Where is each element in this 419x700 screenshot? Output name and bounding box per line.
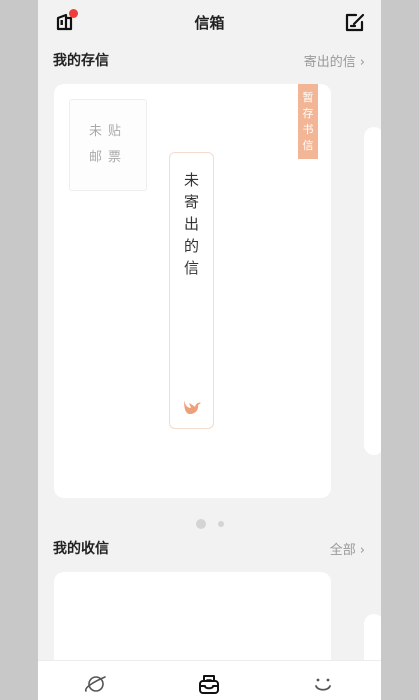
- pager-dots: [38, 513, 381, 529]
- all-received-link[interactable]: 全部 ›: [330, 539, 365, 558]
- stamp-text-line2: 邮票: [88, 150, 127, 165]
- sent-letters-link[interactable]: 寄出的信 ›: [304, 51, 365, 70]
- tab-me[interactable]: [310, 671, 336, 697]
- draft-tag-char: 书: [302, 122, 314, 136]
- next-card-preview[interactable]: [364, 127, 381, 455]
- bottom-tab-bar: [38, 660, 381, 700]
- compose-button[interactable]: [343, 10, 367, 34]
- planet-icon: [84, 676, 106, 692]
- envelope-char: 信: [183, 259, 199, 277]
- envelope-char: 寄: [183, 193, 199, 211]
- draft-letter-card[interactable]: 未贴 邮票 暂 存 书 信 未 寄 出 的 信: [54, 84, 331, 498]
- tab-explore[interactable]: [83, 671, 109, 697]
- draft-tag-char: 存: [302, 106, 314, 120]
- bird-icon: [184, 400, 201, 414]
- smile-icon: [315, 678, 331, 691]
- received-letters-header: 我的收信 全部 ›: [53, 538, 365, 560]
- draft-tag-char: 暂: [302, 90, 314, 104]
- draft-tag-char: 信: [302, 138, 314, 152]
- app-screen: 信箱 我的存信 寄出的信 › 未贴 邮票 暂 存 书 信 未 寄 出 的 信 我…: [38, 0, 381, 700]
- envelope-char: 出: [183, 215, 199, 233]
- page-title: 信箱: [194, 14, 225, 32]
- pager-dot-active[interactable]: [195, 518, 206, 529]
- pager-dot[interactable]: [217, 520, 224, 527]
- stored-letters-title: 我的存信: [53, 53, 109, 69]
- stored-letters-header: 我的存信 寄出的信 ›: [53, 50, 365, 72]
- all-received-label: 全部: [329, 543, 356, 558]
- sent-letters-label: 寄出的信: [303, 55, 356, 70]
- received-letters-title: 我的收信: [53, 541, 109, 557]
- chevron-right-icon: ›: [359, 55, 365, 70]
- stamp-text-line1: 未贴: [88, 124, 127, 139]
- envelope-char: 的: [183, 237, 199, 255]
- top-bar: 信箱: [38, 0, 381, 44]
- draft-tag: 暂 存 书 信: [298, 84, 318, 159]
- envelope-char: 未: [183, 171, 199, 189]
- envelope-label: 未 寄 出 的 信: [170, 169, 213, 279]
- letter-envelope[interactable]: 未 寄 出 的 信: [169, 152, 214, 429]
- compose-icon: [345, 13, 365, 32]
- tab-mailbox[interactable]: [196, 671, 222, 697]
- stamp-slot[interactable]: 未贴 邮票: [69, 99, 147, 191]
- chevron-right-icon: ›: [359, 543, 365, 558]
- mailbox-icon: [199, 675, 219, 694]
